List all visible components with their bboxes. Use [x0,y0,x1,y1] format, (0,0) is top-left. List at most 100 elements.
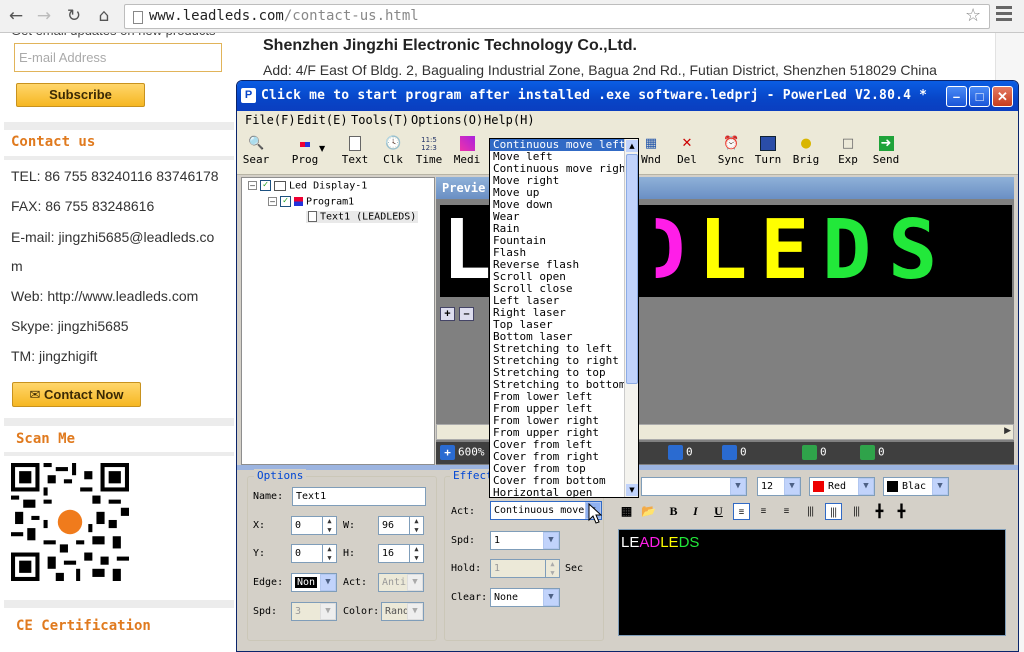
text-editor[interactable]: LEADLEDS [618,529,1006,636]
chevron-down-icon[interactable]: ▼ [730,478,746,495]
chevron-down-icon[interactable]: ▼ [320,603,336,620]
time-button[interactable]: 11:5 12:3 Time [411,134,447,172]
bg-color-select[interactable]: Blac ▼ [883,477,949,496]
bookmark-star-icon[interactable]: ☆ [965,5,981,26]
horizontal-center-icon[interactable]: ╋ [871,503,888,520]
tree-item-program[interactable]: – ✓ Program1 [268,196,354,208]
checkbox-checked-icon[interactable]: ✓ [280,196,291,207]
name-input[interactable]: Text1 [292,487,426,506]
act-select[interactable]: Continuous move▼ [490,501,602,520]
email-line-wrap[interactable]: m [11,258,23,274]
vertical-arrows-icon[interactable] [668,445,683,460]
search-button[interactable]: 🔍 Sear [238,134,274,172]
back-arrow-icon[interactable]: ← [4,4,28,28]
delete-button[interactable]: ✕ Del [669,134,705,172]
chevron-down-icon[interactable]: ▼ [543,589,559,606]
text-button[interactable]: Text [337,134,373,172]
font-select[interactable]: ▼ [641,477,747,496]
spin-arrows-icon[interactable]: ▲ ▼ [409,517,423,534]
close-icon[interactable]: ✕ [992,86,1013,107]
program-dropdown-icon[interactable]: ▼ [319,144,325,153]
collapse-icon[interactable]: – [268,197,277,206]
edge-spd-select[interactable]: 3 ▼ [291,602,337,621]
chevron-down-icon[interactable]: ▼ [932,478,948,495]
scroll-right-icon[interactable]: ▶ [1004,426,1011,436]
tree-item-text[interactable]: Text1 (LEADLEDS) [306,211,419,223]
h-stepper[interactable]: 16 ▲ ▼ [378,544,424,563]
chevron-down-icon[interactable]: ▼ [407,574,423,591]
scroll-down-icon[interactable]: ▼ [626,484,638,496]
maximize-icon[interactable]: □ [969,86,990,107]
horizontal-arrows-icon[interactable] [722,445,737,460]
edge-select[interactable]: Non ▼ [291,573,337,592]
chevron-down-icon[interactable]: ▼ [858,478,874,495]
address-bar[interactable]: www.leadleds.com/contact-us.html ☆ [124,4,990,29]
turn-button[interactable]: Turn [750,134,786,172]
font-size-select[interactable]: 12 ▼ [757,477,801,496]
align-left-icon[interactable]: ≡ [733,503,750,520]
spin-arrows-icon[interactable]: ▲ ▼ [409,545,423,562]
menu-options[interactable]: Options(O) [411,113,483,127]
menu-help[interactable]: Help(H) [484,113,535,127]
align-center-icon[interactable]: ≡ [755,503,772,520]
zoom-in-icon[interactable]: + [440,307,455,321]
zoom-plus-icon[interactable]: + [440,445,455,460]
scroll-up-icon[interactable]: ▲ [626,140,638,152]
email-line[interactable]: E-mail: jingzhi5685@leadleds.co [11,229,214,245]
export-button[interactable]: □ Exp [830,134,866,172]
valign-bottom-icon[interactable]: ||| [848,503,865,520]
spin-arrows-icon[interactable]: ▲ ▼ [545,560,559,577]
clear-select[interactable]: None ▼ [490,588,560,607]
y-stepper[interactable]: 0 ▲ ▼ [291,544,337,563]
chevron-down-icon[interactable]: ▼ [320,574,336,591]
web-line[interactable]: Web: http://www.leadleds.com [11,288,198,304]
menu-edit[interactable]: Edit(E) [297,113,348,127]
collapse-icon[interactable]: – [248,181,257,190]
spin-arrows-icon[interactable]: ▲ ▼ [322,545,336,562]
align-right-icon[interactable]: ≡ [778,503,795,520]
effect-option[interactable]: Horizontal open [490,487,624,498]
menu-tools[interactable]: Tools(T) [351,113,409,127]
zoom-out-icon[interactable]: – [459,307,474,321]
reload-icon[interactable]: ↻ [62,4,86,28]
home-icon[interactable]: ⌂ [92,4,116,28]
open-folder-icon[interactable]: 📂 [640,503,657,520]
color-select[interactable]: Rand ▼ [381,602,424,621]
media-button[interactable]: Medi [449,134,485,172]
hold-stepper[interactable]: 1 ▲ ▼ [490,559,560,578]
window-titlebar[interactable]: P Click me to start program after instal… [237,81,1018,111]
spd-select[interactable]: 1 ▼ [490,531,560,550]
menu-file[interactable]: File(F) [245,113,296,127]
browser-menu-icon[interactable] [996,6,1014,26]
chevron-down-icon[interactable]: ▼ [784,478,800,495]
edge-act-select[interactable]: Anti ▼ [378,573,424,592]
valign-middle-icon[interactable]: ||| [825,503,842,520]
valign-top-icon[interactable]: ||| [802,503,819,520]
underline-icon[interactable]: U [710,503,727,520]
email-subscribe-input[interactable]: E-mail Address [14,43,222,72]
bold-icon[interactable]: B [665,503,682,520]
contact-now-button[interactable]: ✉ Contact Now [12,382,141,407]
x-stepper[interactable]: 0 ▲ ▼ [291,516,337,535]
minimize-icon[interactable]: – [946,86,967,107]
send-button[interactable]: ➜ Send [868,134,904,172]
dropdown-scrollbar[interactable]: ▲ ▼ [624,139,638,497]
chevron-down-icon[interactable]: ▼ [543,532,559,549]
text-color-select[interactable]: Red ▼ [809,477,875,496]
chevron-down-icon[interactable]: ▼ [407,603,423,620]
scroll-thumb[interactable] [626,154,638,384]
sync-button[interactable]: ⏰ Sync [713,134,749,172]
program-button[interactable]: Prog ▼ [282,134,328,172]
clock-button[interactable]: 🕓 Clk [375,134,411,172]
horizontal-resize-icon[interactable] [860,445,875,460]
grid-spacing-icon[interactable]: ╋ [893,503,910,520]
save-icon[interactable]: ▦ [618,503,635,520]
checkbox-checked-icon[interactable]: ✓ [260,180,271,191]
forward-arrow-icon[interactable]: → [32,4,56,28]
spin-arrows-icon[interactable]: ▲ ▼ [322,517,336,534]
vertical-resize-icon[interactable] [802,445,817,460]
italic-icon[interactable]: I [687,503,704,520]
tree-item-display[interactable]: – ✓ Led Display-1 [248,180,367,192]
w-stepper[interactable]: 96 ▲ ▼ [378,516,424,535]
brightness-button[interactable]: ● Brig [788,134,824,172]
